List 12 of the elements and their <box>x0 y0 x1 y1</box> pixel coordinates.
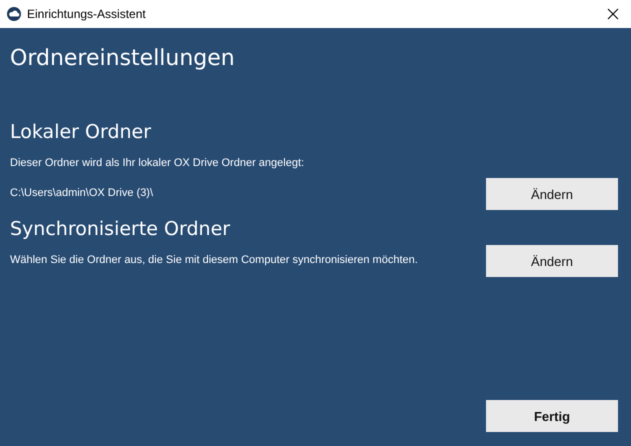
section-description: Dieser Ordner wird als Ihr lokaler OX Drive Ordner angelegt: <box>10 156 304 170</box>
section-heading: Synchronisierte Ordner <box>10 217 232 241</box>
section-description: Wählen Sie die Ordner aus, die Sie mit diesem Computer synchronisieren möchten. <box>10 253 418 267</box>
close-icon[interactable] <box>607 8 619 20</box>
change-button[interactable]: Ändern <box>486 178 618 210</box>
page-title: Ordnereinstellungen <box>10 45 236 73</box>
finish-button[interactable]: Fertig <box>486 400 618 432</box>
section-heading: Lokaler Ordner <box>10 120 152 144</box>
folder-path: C:\Users\admin\OX Drive (3)\ <box>10 186 154 200</box>
window-title: Einrichtungs-Assistent <box>27 7 147 21</box>
change-button[interactable]: Ändern <box>486 245 618 277</box>
cloud-icon <box>7 7 21 21</box>
